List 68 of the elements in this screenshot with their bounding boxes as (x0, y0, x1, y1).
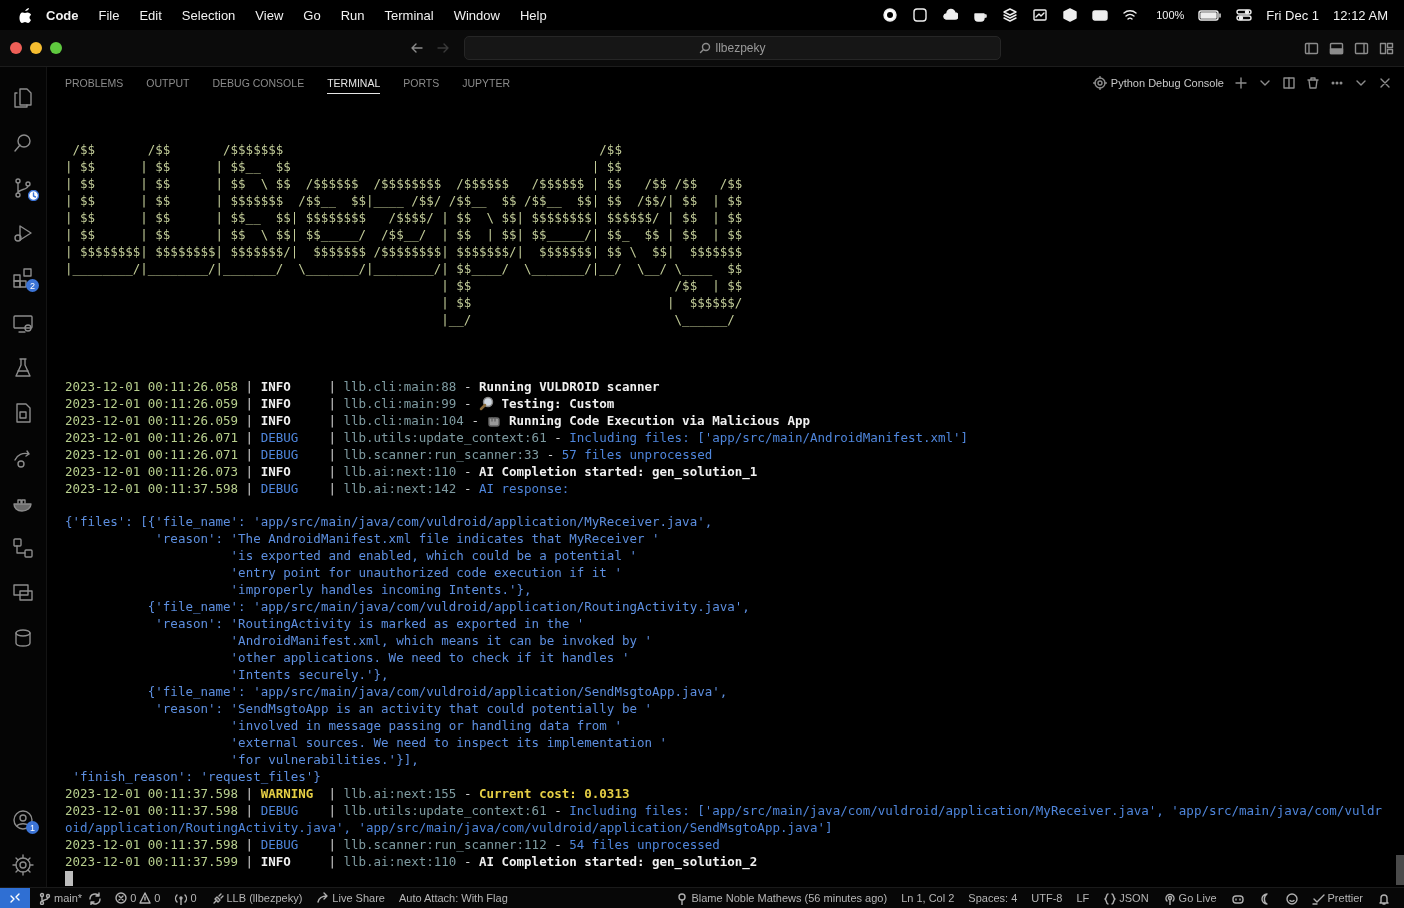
terminal-name[interactable]: Python Debug Console (1110, 77, 1224, 89)
output-line: 'for vulnerabilities.'}], (229, 751, 420, 768)
count-badge: 2 (26, 279, 39, 292)
menu-item[interactable]: Go (303, 7, 321, 23)
log-line: 2023-12-01 00:11:37.598 | DEBUG | llb.utils:update_context:61 - Including files: ['app/src/main/java/com/vuldroid/application/MyReceiver.java', 'app/src/main/java/com/vuldroid/application/RoutingActivity.java', 'app/src/main/java/com/vuldroid/application/SendMsgtoApp.java'] (65, 802, 1384, 836)
cursor-position[interactable]: Ln 1, Col 2 (901, 892, 955, 904)
ports-count[interactable]: 0 (190, 892, 197, 904)
log-line: 2023-12-01 00:11:37.598 | DEBUG | llb.scanner:run_scanner:112 - 54 files unprocessed (65, 836, 721, 853)
log-line: 2023-12-01 00:11:26.058 | INFO | llb.cli:main:88 - Running VULDROID scanner (65, 378, 661, 395)
app-name-menu[interactable]: Code (46, 7, 79, 23)
output-line: {'files': [{'file_name': 'app/src/main/java/com/vuldroid/application/MyReceiver.java', (65, 513, 714, 530)
live-share-status[interactable]: Live Share (332, 892, 385, 904)
log-line: 2023-12-01 00:11:26.071 | DEBUG | llb.utils:update_context:61 - Including files: ['app/src/main/AndroidManifest.xml'] (65, 429, 970, 446)
branch-name[interactable]: main* (54, 892, 83, 904)
menu-item[interactable]: Terminal (384, 7, 434, 23)
profile-status[interactable]: LLB (llbezpeky) (226, 892, 303, 904)
output-line: 'finish_reason': 'request_files'} (71, 768, 322, 785)
menu-bar-clock[interactable]: 12:12 AM (1333, 7, 1388, 23)
prettier-status[interactable]: Prettier (1327, 892, 1363, 904)
output-line: 'reason': 'The AndroidManifest.xml file indicates that MyReceiver ' (154, 530, 661, 547)
auto-attach-status[interactable]: Auto Attach: With Flag (398, 892, 508, 904)
output-line: 'reason': 'RoutingActivity is marked as exported in the ' (154, 615, 586, 632)
warning-count[interactable]: 0 (154, 892, 161, 904)
log-line: 2023-12-01 00:11:37.598 | DEBUG | llb.ai:next:142 - AI response: (65, 480, 571, 497)
log-line: 2023-12-01 00:11:37.599 | INFO | llb.ai:next:110 - AI Completion started: gen_solution_2 (65, 853, 759, 870)
output-line: {'file_name': 'app/src/main/java/com/vuldroid/application/SendMsgtoApp.java', (146, 683, 729, 700)
command-center-search[interactable]: llbezpeky (464, 36, 1001, 60)
output-line: 'reason': 'SendMsgtoApp is an activity that could potentially be ' (154, 700, 653, 717)
ascii-art-text: /$$ /$$ /$$$$$$$ /$$ | $$ | $$ | $$__ $$ | $$ | $$ | $$ | $$ \ $$ /$$$$$$ /$$$$$$$$ /$$$$$$ /$$$$$$ | $$ /$$ /$$ /$$ | $$ | $$ | $$$$$$$ /$$__ $$|____ /$$/ /$$__ $$ /$$__ $$| $$ /$$/| $$ | $$ | $$ | $$ | $$__ $$| $$$$$$$$ /$$$$/ | $$ \ $$| $$$$$$$$| $$$$$$/ | $$ | $$ | $$ | $$ | $$ \ $$| $$_____/ /$$__/ | $$ | $$| $$_____/| $$_ $$ | $$ | $$ | $$$$$$$$| $$$$$$$$| $$$$$$$/| $$$$$$$ /$$$$$$$$| $$$$$$$/| $$$$$$$| $$ \ $$| $$$$$$$ |________/|________/|_______/ \_______/|________/| $$____/ \_______/|__/ \__/ \____ $$ | $$ /$$ | $$ | $$ | $$$$$$/ |__/ \______/ (65, 141, 744, 328)
output-line: 'entry point for unauthorized code execution if it ' (229, 564, 623, 581)
log-line: 2023-12-01 00:11:26.059 | INFO | llb.cli:main:99 - (65, 396, 473, 411)
menu-item[interactable]: Selection (181, 7, 236, 23)
log-line: 2023-12-01 00:11:37.598 | WARNING | llb.ai:next:155 - Current cost: 0.0313 (65, 785, 631, 802)
git-blame-status[interactable]: Blame Noble Mathews (56 minutes ago) (691, 892, 888, 904)
log-message: Testing: Custom (501, 396, 615, 411)
log-line: 2023-12-01 00:11:26.073 | INFO | llb.ai:next:110 - AI Completion started: gen_solution_1 (65, 463, 759, 480)
panel-tab[interactable]: TERMINAL (327, 72, 381, 94)
output-line: 'is exported and enabled, which could be a potential ' (229, 547, 638, 564)
output-line: 'external sources. We need to inspect its implementation ' (229, 734, 669, 751)
menu-item[interactable]: Help (519, 7, 547, 23)
menu-item[interactable]: View (255, 7, 284, 23)
error-count[interactable]: 0 (130, 892, 137, 904)
panel-tab[interactable]: JUPYTER (462, 72, 511, 94)
panel-tab[interactable]: PROBLEMS (65, 72, 124, 94)
indentation-status[interactable]: Spaces: 4 (968, 892, 1018, 904)
count-badge: 1 (26, 821, 39, 834)
battery-percentage: 100% (1156, 9, 1185, 21)
log-line: 2023-12-01 00:11:26.059 | INFO | llb.cli:main:104 - (65, 413, 480, 428)
menu-item[interactable]: File (98, 7, 120, 23)
log-line: 2023-12-01 00:11:26.071 | DEBUG | llb.scanner:run_scanner:33 - 57 files unprocessed (65, 446, 714, 463)
menu-item[interactable]: Edit (139, 7, 162, 23)
menu-bar-date[interactable]: Fri Dec 1 (1266, 7, 1320, 23)
go-live-button[interactable]: Go Live (1178, 892, 1217, 904)
log-message: Running Code Execution via Malicious App (508, 413, 810, 428)
output-line: 'improperly handles incoming Intents.'}, (229, 581, 533, 598)
menu-item[interactable]: Run (340, 7, 365, 23)
language-mode[interactable]: JSON (1119, 892, 1149, 904)
encoding-status[interactable]: UTF-8 (1031, 892, 1063, 904)
panel-tab[interactable]: OUTPUT (146, 72, 190, 94)
output-line: 'other applications. We need to check if it handles ' (229, 649, 631, 666)
output-line: 'AndroidManifest.xml, which means it can be invoked by ' (229, 632, 653, 649)
output-line: 'involved in message passing or handling data from ' (229, 717, 623, 734)
line-ending-status[interactable]: LF (1076, 892, 1090, 904)
panel-tab[interactable]: DEBUG CONSOLE (212, 72, 305, 94)
output-line: 'Intents securely.'}, (229, 666, 390, 683)
output-line: {'file_name': 'app/src/main/java/com/vuldroid/application/RoutingActivity.java', (146, 598, 751, 615)
menu-item[interactable]: Window (453, 7, 500, 23)
panel-tab[interactable]: PORTS (403, 72, 440, 94)
